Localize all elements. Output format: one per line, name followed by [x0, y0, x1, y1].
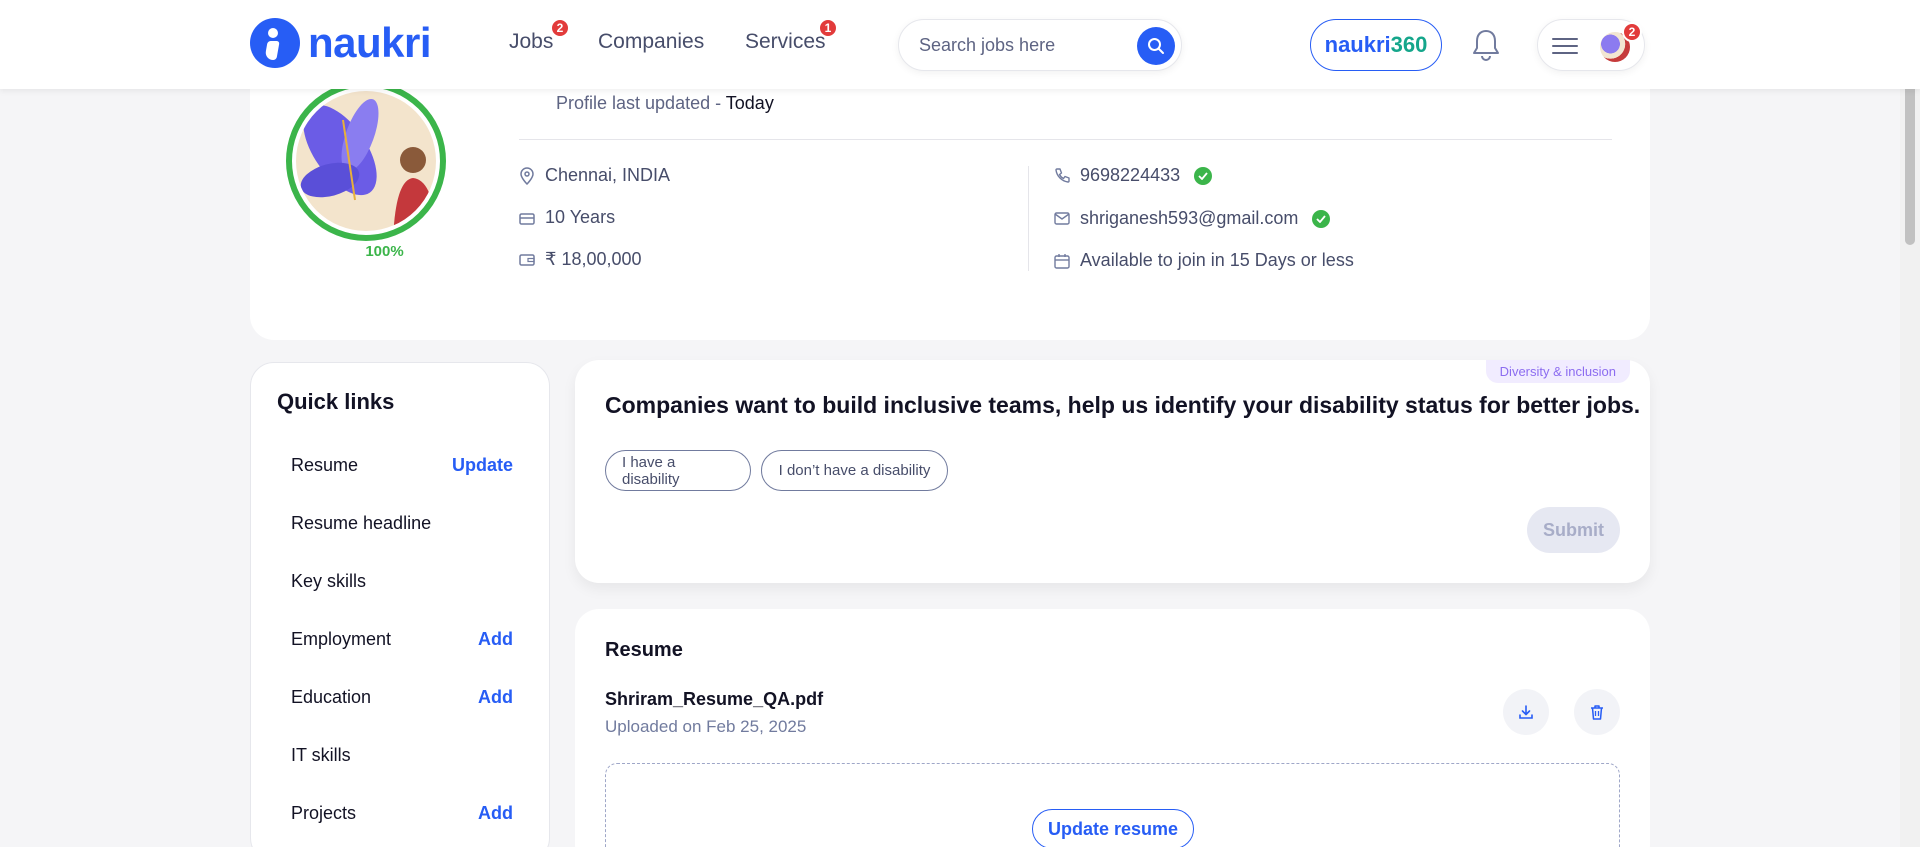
naukri360-text: naukri: [1324, 32, 1391, 57]
briefcase-icon: [519, 212, 535, 225]
email-text: shriganesh593@gmail.com: [1080, 208, 1299, 228]
phone-text: 9698224433: [1080, 165, 1181, 185]
search-bar[interactable]: Search jobs here: [898, 19, 1182, 71]
availability-row: Available to join in 15 Days or less: [1054, 250, 1354, 271]
email-row: shriganesh593@gmail.com: [1054, 208, 1331, 229]
logo-text: naukri: [308, 19, 432, 66]
salary-text: ₹ 18,00,000: [545, 249, 642, 269]
quick-link-action[interactable]: Add: [478, 629, 513, 650]
nav-services[interactable]: Services 1: [745, 18, 838, 54]
resume-upload-date: Uploaded on Feb 25, 2025: [605, 717, 807, 736]
naukri-logo[interactable]: naukri: [250, 18, 432, 68]
quick-link-label: Projects: [291, 803, 357, 823]
search-input[interactable]: Search jobs here: [919, 35, 1055, 56]
quick-links-title: Quick links: [277, 389, 395, 414]
nav-services-label: Services: [745, 30, 826, 53]
download-resume-button[interactable]: [1503, 689, 1549, 735]
salary-row: ₹ 18,00,000: [519, 249, 642, 270]
resume-dropzone[interactable]: Update resume: [605, 763, 1620, 847]
quick-link-label: Key skills: [291, 571, 367, 591]
resume-title: Resume: [605, 639, 683, 661]
phone-row: 9698224433: [1054, 165, 1213, 186]
resume-card: Resume Shriram_Resume_QA.pdf Uploaded on…: [575, 609, 1650, 847]
diversity-question: Companies want to build inclusive teams,…: [605, 392, 1641, 418]
profile-last-updated: Profile last updated - Today: [556, 93, 774, 114]
updated-value: Today: [725, 93, 774, 113]
profile-photo[interactable]: [285, 80, 447, 262]
quick-link-projects[interactable]: Projects Add: [291, 803, 513, 824]
location-row: Chennai, INDIA: [519, 165, 670, 186]
quick-link-key-skills[interactable]: Key skills: [291, 571, 513, 592]
quick-link-education[interactable]: Education Add: [291, 687, 513, 708]
quick-link-label: Resume headline: [291, 513, 432, 533]
option-no-disability[interactable]: I don’t have a disability: [761, 450, 948, 491]
profile-menu-button[interactable]: 2: [1537, 19, 1645, 71]
experience-text: 10 Years: [545, 207, 616, 227]
quick-link-action[interactable]: Update: [452, 455, 513, 476]
quick-link-employment[interactable]: Employment Add: [291, 629, 513, 650]
divider-vertical: [1028, 166, 1029, 271]
quick-link-resume[interactable]: Resume Update: [291, 455, 513, 476]
quick-link-action[interactable]: Add: [478, 803, 513, 824]
email-verified-icon: [1312, 209, 1331, 228]
availability-text: Available to join in 15 Days or less: [1080, 250, 1354, 270]
nav-jobs-label: Jobs: [509, 30, 554, 53]
update-resume-button[interactable]: Update resume: [1032, 809, 1194, 847]
jobs-badge: 2: [550, 18, 570, 38]
location-icon: [520, 166, 534, 185]
delete-resume-button[interactable]: [1574, 689, 1620, 735]
profile-badge: 2: [1622, 22, 1642, 42]
naukri360-button[interactable]: naukri 360: [1310, 19, 1442, 71]
quick-link-label: IT skills: [291, 745, 351, 765]
experience-row: 10 Years: [519, 207, 615, 228]
quick-link-label: Education: [291, 687, 372, 707]
mail-icon: [1054, 212, 1070, 225]
naukri-logo-icon: [250, 18, 300, 68]
search-button[interactable]: [1137, 27, 1175, 65]
phone-icon: [1055, 167, 1070, 183]
search-icon: [1148, 38, 1164, 54]
resume-file-name: Shriram_Resume_QA.pdf: [605, 689, 824, 709]
diversity-tag: Diversity & inclusion: [1485, 360, 1630, 383]
updated-label: Profile last updated -: [556, 93, 726, 113]
nav-jobs[interactable]: Jobs 2: [509, 18, 570, 54]
nav-companies-label: Companies: [598, 30, 705, 53]
page-scrollbar[interactable]: [1900, 0, 1920, 847]
diversity-card: Diversity & inclusion Companies want to …: [575, 360, 1650, 583]
quick-links-card: Quick links Resume Update Resume headline…: [250, 362, 550, 847]
top-navbar: naukri Jobs 2 Companies Services 1 Searc…: [0, 0, 1920, 89]
location-text: Chennai, INDIA: [545, 165, 671, 185]
hamburger-icon: [1552, 38, 1578, 54]
trash-icon: [1591, 704, 1603, 720]
notifications-button[interactable]: [1470, 28, 1502, 67]
phone-verified-icon: [1194, 166, 1213, 185]
quick-link-resume-headline[interactable]: Resume headline: [291, 513, 513, 534]
calendar-icon: [1054, 253, 1070, 269]
profile-completion: 100%: [352, 243, 417, 260]
quick-link-label: Resume: [291, 455, 359, 475]
quick-link-label: Employment: [291, 629, 392, 649]
download-icon: [1519, 705, 1533, 719]
submit-button[interactable]: Submit: [1527, 507, 1620, 553]
naukri360-number: 360: [1390, 32, 1428, 57]
option-have-disability[interactable]: I have a disability: [605, 450, 751, 491]
quick-link-action[interactable]: Add: [478, 687, 513, 708]
quick-link-it-skills[interactable]: IT skills: [291, 745, 513, 766]
nav-companies[interactable]: Companies: [598, 30, 704, 54]
bell-icon: [1473, 30, 1499, 61]
services-badge: 1: [818, 18, 838, 38]
divider: [519, 139, 1612, 140]
wallet-icon: [519, 253, 535, 266]
